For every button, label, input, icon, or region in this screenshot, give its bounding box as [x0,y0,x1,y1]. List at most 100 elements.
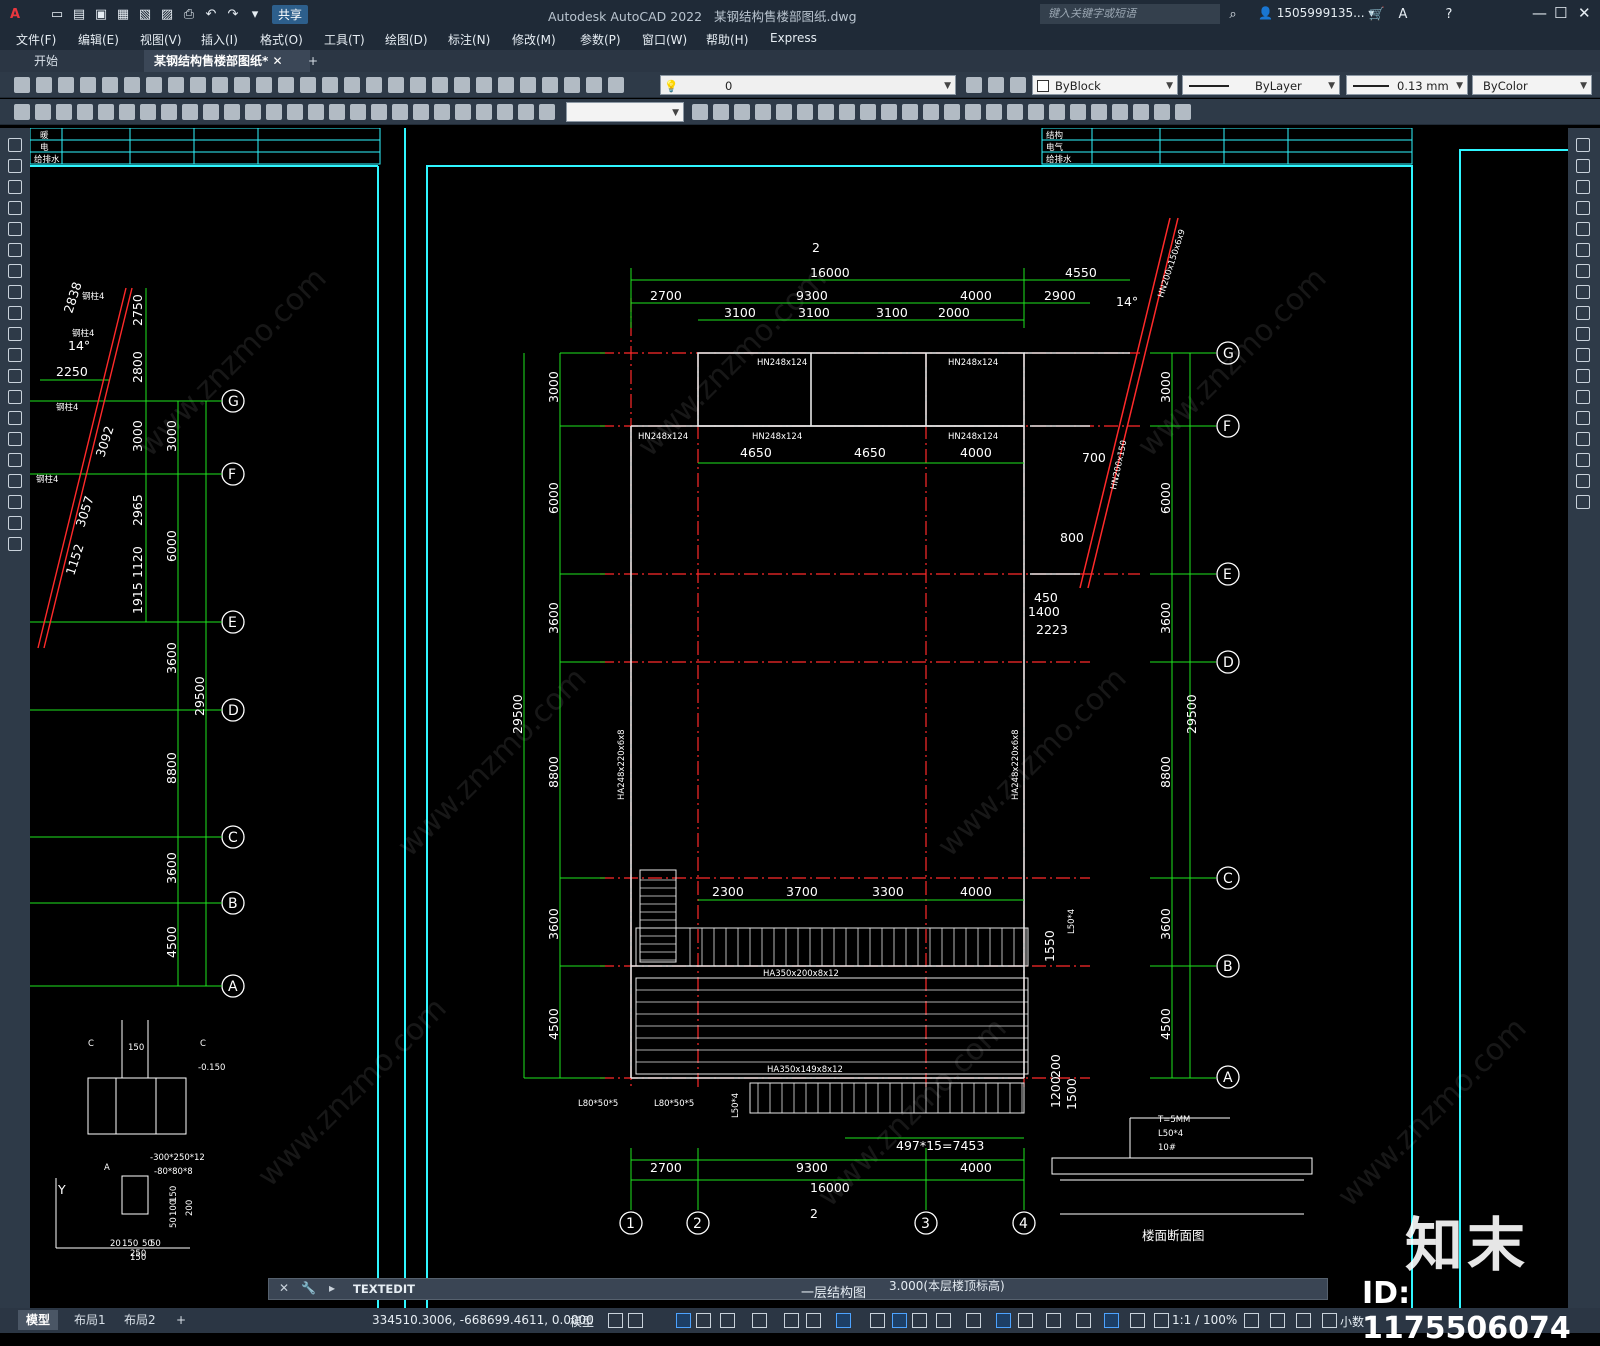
lineweight-combo[interactable]: 0.13 mm ▼ [1346,75,1468,95]
standard-tool-20-icon[interactable] [432,77,448,93]
dimension-tool-39-icon[interactable] [944,104,960,120]
modify-tool-10-icon[interactable] [1576,327,1590,341]
status-toggle-1-icon[interactable] [608,1313,623,1328]
modify-tool-6-icon[interactable] [1576,243,1590,257]
dimension-tool-4-icon[interactable] [77,104,93,120]
cart-icon[interactable]: 🛒 [1368,5,1386,23]
status-toggle-15-icon[interactable] [996,1313,1011,1328]
customize-icon[interactable]: ▾ [246,5,264,23]
dimension-tool-43-icon[interactable] [1028,104,1044,120]
status-toggle-22-icon[interactable] [1244,1313,1259,1328]
standard-tool-18-icon[interactable] [388,77,404,93]
status-toggle-13-icon[interactable] [936,1313,951,1328]
dimension-tool-38-icon[interactable] [923,104,939,120]
standard-tool-24-icon[interactable] [520,77,536,93]
standard-tool-26-icon[interactable] [564,77,580,93]
dimension-tool-9-icon[interactable] [182,104,198,120]
dimension-tool-12-icon[interactable] [245,104,261,120]
draw-tool-14-icon[interactable] [8,411,22,425]
autocad-logo-icon[interactable]: A [6,5,24,23]
status-toggle-16-icon[interactable] [1018,1313,1033,1328]
dimension-tool-23-icon[interactable] [476,104,492,120]
dimension-tool-32-icon[interactable] [797,104,813,120]
dimension-tool-26-icon[interactable] [539,104,555,120]
standard-tool-5-icon[interactable] [102,77,118,93]
dimension-tool-35-icon[interactable] [860,104,876,120]
menu-file[interactable]: 文件(F) [16,31,56,48]
dimension-tool-8-icon[interactable] [161,104,177,120]
modify-tool-3-icon[interactable] [1576,180,1590,194]
modify-tool-15-icon[interactable] [1576,432,1590,446]
undo-icon[interactable]: ↶ [202,5,220,23]
share-button[interactable]: 共享 [272,4,309,24]
menu-insert[interactable]: 插入(I) [201,31,238,48]
save-web-icon[interactable]: ▨ [158,5,176,23]
status-toggle-8-icon[interactable] [806,1313,821,1328]
draw-tool-6-icon[interactable] [8,243,22,257]
status-toggle-19-icon[interactable] [1104,1313,1119,1328]
plot-icon[interactable]: ⎙ [180,5,198,23]
dimension-tool-14-icon[interactable] [287,104,303,120]
modify-tool-17-icon[interactable] [1576,474,1590,488]
status-toggle-23-icon[interactable] [1270,1313,1285,1328]
search-icon[interactable]: ⌕ [1224,5,1242,23]
menu-express[interactable]: Express [770,31,817,45]
standard-tool-16-icon[interactable] [344,77,360,93]
dimension-tool-47-icon[interactable] [1112,104,1128,120]
standard-tool-27-icon[interactable] [586,77,602,93]
dimension-tool-36-icon[interactable] [881,104,897,120]
dimension-tool-7-icon[interactable] [140,104,156,120]
draw-tool-3-icon[interactable] [8,180,22,194]
units-display[interactable]: 小数 [1340,1313,1364,1330]
open-web-icon[interactable]: ▧ [136,5,154,23]
dimension-tool-28-icon[interactable] [713,104,729,120]
standard-tool-4-icon[interactable] [80,77,96,93]
draw-tool-1-icon[interactable] [8,138,22,152]
status-toggle-3-icon[interactable] [676,1313,691,1328]
dimension-tool-50-icon[interactable] [1175,104,1191,120]
dimension-tool-21-icon[interactable] [434,104,450,120]
dimension-tool-15-icon[interactable] [308,104,324,120]
standard-tool-2-icon[interactable] [36,77,52,93]
standard-tool-28-icon[interactable] [608,77,624,93]
status-toggle-4-icon[interactable] [696,1313,711,1328]
save-icon[interactable]: ▣ [92,5,110,23]
standard-tool-6-icon[interactable] [124,77,140,93]
draw-tool-10-icon[interactable] [8,327,22,341]
modify-tool-13-icon[interactable] [1576,390,1590,404]
standard-tool-8-icon[interactable] [168,77,184,93]
dimension-tool-18-icon[interactable] [371,104,387,120]
status-toggle-10-icon[interactable] [870,1313,885,1328]
dimension-tool-48-icon[interactable] [1133,104,1149,120]
draw-tool-11-icon[interactable] [8,348,22,362]
draw-tool-15-icon[interactable] [8,432,22,446]
standard-tool-9-icon[interactable] [190,77,206,93]
dimension-tool-5-icon[interactable] [98,104,114,120]
status-toggle-12-icon[interactable] [912,1313,927,1328]
menu-tools[interactable]: 工具(T) [324,31,365,48]
standard-tool-21-icon[interactable] [454,77,470,93]
menu-parametric[interactable]: 参数(P) [580,31,621,48]
status-toggle-18-icon[interactable] [1076,1313,1091,1328]
dimension-tool-37-icon[interactable] [902,104,918,120]
cmd-close-icon[interactable]: ✕ [279,1281,289,1295]
draw-tool-5-icon[interactable] [8,222,22,236]
dimension-tool-44-icon[interactable] [1049,104,1065,120]
user-account[interactable]: 👤 1505999135... ▾ [1258,6,1374,20]
standard-tool-11-icon[interactable] [234,77,250,93]
status-toggle-21-icon[interactable] [1154,1313,1169,1328]
minimize-button[interactable]: — [1532,4,1547,22]
dimension-tool-19-icon[interactable] [392,104,408,120]
dimension-tool-45-icon[interactable] [1070,104,1086,120]
menu-modify[interactable]: 修改(M) [512,31,556,48]
standard-tool-25-icon[interactable] [542,77,558,93]
status-toggle-7-icon[interactable] [784,1313,799,1328]
standard-tool-3-icon[interactable] [58,77,74,93]
standard-tool-14-icon[interactable] [300,77,316,93]
dimension-tool-3-icon[interactable] [56,104,72,120]
add-layout-button[interactable]: + [168,1310,194,1330]
modify-tool-9-icon[interactable] [1576,306,1590,320]
cmd-customize-icon[interactable]: 🔧 [301,1281,316,1295]
modify-tool-12-icon[interactable] [1576,369,1590,383]
standard-tool-10-icon[interactable] [212,77,228,93]
